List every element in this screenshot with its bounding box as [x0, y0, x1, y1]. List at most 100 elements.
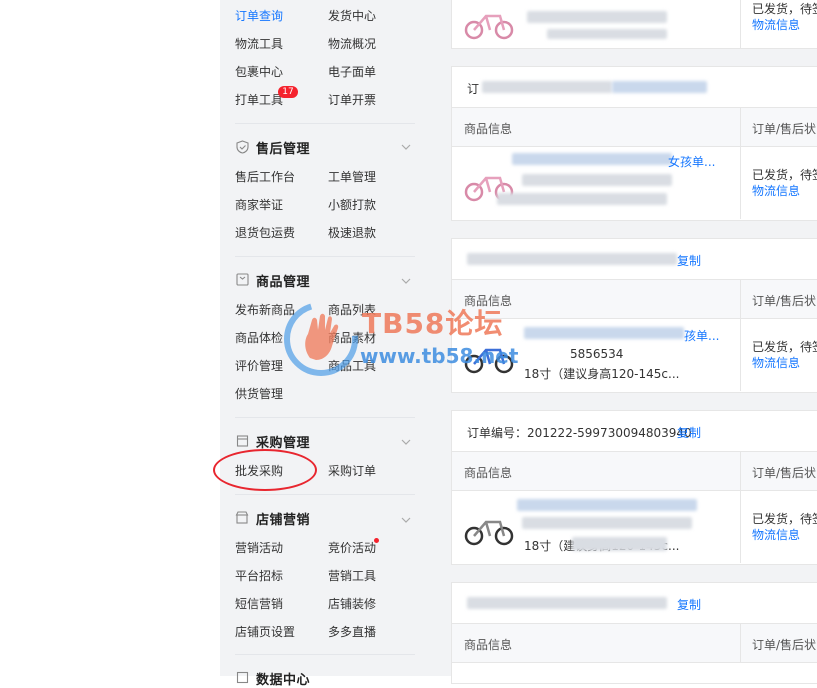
section-title: 采购管理: [256, 435, 311, 451]
order-card-header: 订: [452, 67, 817, 108]
order-number-label: 订单编号：201222-599730094803940: [467, 426, 692, 440]
copy-order-number-button[interactable]: 复制: [677, 252, 701, 269]
red-dot-indicator: [374, 538, 379, 543]
sidebar-item-return-shipping[interactable]: 退货包运费: [235, 219, 328, 247]
order-card-header: 复制: [452, 583, 817, 624]
section-title: 店铺营销: [256, 512, 311, 528]
table-header: 商品信息 订单/售后状: [452, 624, 817, 663]
order-status: 已发货，待签 物流信息: [752, 511, 817, 543]
section-after-sales[interactable]: 售后管理: [235, 137, 310, 157]
sidebar-item-bidding-activity[interactable]: 竞价活动: [328, 534, 421, 562]
column-header-product: 商品信息: [464, 466, 513, 480]
sidebar-item-supply-manage[interactable]: 供货管理: [235, 380, 328, 408]
product-thumbnail: [464, 520, 514, 546]
sidebar-item-label: 竞价活动: [328, 541, 377, 555]
sidebar-item-e-waybill[interactable]: 电子面单: [328, 58, 421, 86]
sidebar-item-shop-page-settings[interactable]: 店铺页设置: [235, 618, 328, 646]
order-status: 已发货，待签 物流信息: [752, 339, 817, 371]
logistics-info-link[interactable]: 物流信息: [752, 527, 817, 543]
order-status: 已发货，待签 物流信息: [752, 167, 817, 199]
sidebar-item-ticket-manage[interactable]: 工单管理: [328, 163, 421, 191]
sidebar-item-marketing-tools[interactable]: 营销工具: [328, 562, 421, 590]
sidebar-item-print-tools[interactable]: 打单工具 17: [235, 86, 328, 114]
product-id: 5856534: [570, 347, 624, 361]
section-purchase[interactable]: 采购管理: [235, 431, 310, 451]
column-header-status: 订单/售后状: [752, 122, 817, 136]
sidebar-item-label: 打单工具: [235, 93, 284, 107]
watermark-url: www.tb58.net: [360, 344, 519, 368]
sidebar-item-merchant-evidence[interactable]: 商家举证: [235, 191, 328, 219]
order-status: 已发货，待签 物流信息: [752, 1, 817, 33]
order-card-header: 订单编号：201222-599730094803940 复制: [452, 411, 817, 452]
column-header-product: 商品信息: [464, 638, 513, 652]
chevron-down-icon[interactable]: [401, 438, 411, 447]
chevron-down-icon[interactable]: [401, 516, 411, 525]
table-header: 商品信息 订单/售后状: [452, 108, 817, 147]
product-title-link[interactable]: 孩单...: [684, 327, 719, 344]
goods-box-icon: [235, 273, 249, 287]
after-sales-menu: 售后工作台 工单管理 商家举证 小额打款 退货包运费 极速退款: [235, 163, 425, 247]
order-card: 订单编号：201222-599730094803940 复制 商品信息 订单/售…: [451, 410, 817, 565]
order-card: 订 商品信息 订单/售后状 女孩单... 已发货，待签 物流信息: [451, 66, 817, 221]
order-card: 已发货，待签 物流信息: [451, 0, 817, 49]
sidebar-item-small-payment[interactable]: 小额打款: [328, 191, 421, 219]
table-row: 女孩单... 已发货，待签 物流信息: [452, 147, 817, 219]
marketing-menu: 营销活动 竞价活动 平台招标 营销工具 短信营销 店铺装修 店铺页设置 多多直播: [235, 534, 425, 646]
sidebar-item-logistics-overview[interactable]: 物流概况: [328, 30, 421, 58]
shop-icon: [235, 511, 249, 525]
column-header-status: 订单/售后状: [752, 638, 817, 652]
copy-order-number-button[interactable]: 复制: [677, 596, 701, 613]
order-card: 复制 商品信息 订单/售后状: [451, 582, 817, 684]
logistics-info-link[interactable]: 物流信息: [752, 17, 817, 33]
left-blank-area: [0, 0, 220, 676]
section-goods[interactable]: 商品管理: [235, 270, 310, 290]
sidebar-item-fast-refund[interactable]: 极速退款: [328, 219, 421, 247]
sidebar-item-platform-bid[interactable]: 平台招标: [235, 562, 328, 590]
table-header: 商品信息 订单/售后状: [452, 452, 817, 491]
column-header-status: 订单/售后状: [752, 466, 817, 480]
chevron-down-icon[interactable]: [401, 143, 411, 152]
logistics-menu: 订单查询 发货中心 物流工具 物流概况 包裹中心 电子面单 打单工具 17 订单…: [235, 2, 425, 114]
section-marketing[interactable]: 店铺营销: [235, 508, 310, 528]
product-title-link[interactable]: 女孩单...: [668, 153, 715, 170]
sidebar-item-delivery-center[interactable]: 发货中心: [328, 2, 421, 30]
section-title: 数据中心: [256, 672, 311, 688]
chevron-down-icon[interactable]: [401, 277, 411, 286]
section-data-center[interactable]: 数据中心: [235, 668, 310, 688]
divider: [235, 654, 415, 655]
product-spec: 18寸（建议身高120-145c...: [524, 367, 680, 381]
column-header-status: 订单/售后状: [752, 294, 817, 308]
sidebar-item-purchase-orders[interactable]: 采购订单: [328, 457, 421, 485]
product-thumbnail: [464, 14, 514, 40]
watermark: TB58论坛 www.tb58.net: [282, 300, 534, 380]
sidebar-item-package-center[interactable]: 包裹中心: [235, 58, 328, 86]
data-icon: [235, 671, 249, 685]
sidebar-item-live-stream[interactable]: 多多直播: [328, 618, 421, 646]
sidebar-item-order-invoice[interactable]: 订单开票: [328, 86, 421, 114]
order-number-label: 订: [467, 82, 480, 96]
shield-icon: [235, 140, 249, 154]
order-number: 201222-599730094803940: [527, 426, 692, 440]
divider: [235, 494, 415, 495]
sidebar-item-logistics-tools[interactable]: 物流工具: [235, 30, 328, 58]
logistics-info-link[interactable]: 物流信息: [752, 183, 817, 199]
order-card-header: 复制: [452, 239, 817, 280]
logistics-info-link[interactable]: 物流信息: [752, 355, 817, 371]
sidebar-item-sms-marketing[interactable]: 短信营销: [235, 590, 328, 618]
sidebar-item-shop-decoration[interactable]: 店铺装修: [328, 590, 421, 618]
sidebar-item-marketing-activity[interactable]: 营销活动: [235, 534, 328, 562]
section-title: 商品管理: [256, 274, 311, 290]
notification-badge: 17: [278, 86, 298, 98]
divider: [235, 256, 415, 257]
divider: [235, 123, 415, 124]
sidebar-item-after-sales-desk[interactable]: 售后工作台: [235, 163, 328, 191]
watermark-title: TB58论坛: [362, 307, 504, 340]
purchase-icon: [235, 434, 249, 448]
divider: [235, 417, 415, 418]
copy-order-number-button[interactable]: 复制: [677, 424, 701, 441]
section-title: 售后管理: [256, 141, 311, 157]
column-header-product: 商品信息: [464, 122, 513, 136]
sidebar-item-order-query[interactable]: 订单查询: [235, 2, 328, 30]
table-row: 18寸（建议身高120-145c... 已发货，待签 物流信息: [452, 491, 817, 563]
watermark-logo-icon: [284, 302, 358, 376]
